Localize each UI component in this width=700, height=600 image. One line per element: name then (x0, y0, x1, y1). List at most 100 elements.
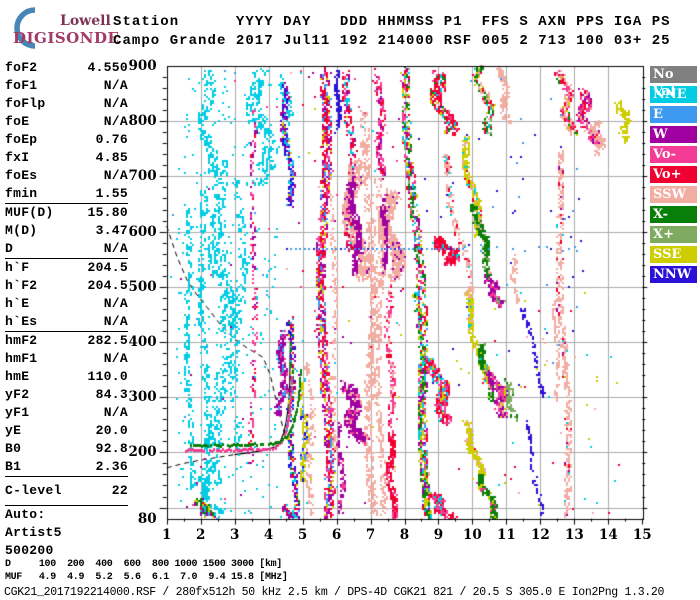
param-value: 204.5 (87, 278, 128, 293)
param-label: foE (5, 114, 30, 129)
param-group: C-level 22 (5, 476, 128, 505)
muf-row: MUF 4.9 4.9 5.2 5.6 6.1 7.0 9.4 15.8 [MH… (5, 572, 288, 583)
param-row: yF2 84.3 (5, 386, 128, 404)
param-label: h`E (5, 296, 30, 311)
x-axis-tick-label: 13 (564, 526, 584, 543)
param-label: h`F2 (5, 278, 38, 293)
param-row: foF1 N/A (5, 77, 128, 95)
legend-item: NNW (650, 266, 697, 283)
legend-item: SSW (650, 186, 697, 203)
logo-brand-top: Lowell (60, 13, 111, 29)
param-row: fmin 1.55 (5, 185, 128, 203)
param-label: D (5, 241, 14, 256)
param-value: 4.550 (87, 60, 128, 75)
param-label: B0 (5, 441, 22, 456)
x-axis-tick-label: 14 (598, 526, 618, 543)
y-axis-tick-label: 400 (128, 333, 157, 350)
param-row: M(D) 3.47 (5, 222, 128, 240)
param-label: foF2 (5, 60, 38, 75)
y-axis-tick-label: 800 (128, 113, 157, 130)
param-label: B1 (5, 459, 22, 474)
param-label: yF1 (5, 405, 30, 420)
legend-item: No Val (650, 66, 697, 99)
param-row: C-level 22 (5, 482, 128, 500)
param-label: foEp (5, 132, 38, 147)
param-value: 1.55 (95, 186, 128, 201)
param-row: foF2 4.550 (5, 59, 128, 77)
param-label: h`Es (5, 314, 38, 329)
param-row: Artist5 (5, 524, 128, 542)
y-axis-tick-label: 900 (128, 58, 157, 74)
param-label: fmin (5, 186, 38, 201)
param-row: hmF2 282.5 (5, 332, 128, 350)
param-row: B1 2.36 (5, 458, 128, 476)
param-row: 500200 (5, 542, 128, 560)
param-group: Auto: Artist5 500200 (5, 505, 128, 560)
param-label: hmE (5, 369, 30, 384)
x-axis-tick-label: 5 (297, 526, 308, 543)
x-axis-tick-label: 11 (497, 526, 516, 543)
legend-item: X- (650, 206, 697, 223)
legend-item: E (650, 106, 697, 123)
param-label: C-level (5, 483, 62, 498)
param-group: hmF2 282.5 hmF1 N/A hmE 110.0 yF2 84.3 yF1 N/A yE 2… (5, 331, 128, 476)
param-label: M(D) (5, 223, 38, 238)
param-value: 4.85 (95, 150, 128, 165)
param-row: foEp 0.76 (5, 131, 128, 149)
y-axis-tick-label: 80 (137, 510, 157, 527)
param-value: 0.76 (95, 132, 128, 147)
param-value: 20.0 (95, 423, 128, 438)
legend-item: NNE (650, 86, 697, 103)
param-row: MUF(D) 15.80 (5, 204, 128, 222)
param-label: 500200 (5, 543, 54, 558)
x-axis-tick-label: 7 (365, 526, 376, 543)
param-row: hmE 110.0 (5, 368, 128, 386)
y-axis-tick-label: 200 (128, 444, 157, 461)
distance-row: D 100 200 400 600 800 1000 1500 3000 [km… (5, 559, 282, 570)
file-info-footer: CGK21_2017192214000.RSF / 280fx512h 50 k… (4, 586, 665, 599)
param-row: B0 92.8 (5, 440, 128, 458)
x-axis-tick-label: 12 (530, 526, 550, 543)
param-value: 3.47 (95, 223, 128, 238)
param-value: 92.8 (95, 441, 128, 456)
param-row: fxI 4.85 (5, 149, 128, 167)
param-row: foFlp N/A (5, 95, 128, 113)
param-value: N/A (103, 78, 128, 93)
param-value: N/A (103, 296, 128, 311)
param-group: foF2 4.550 foF1 N/A foFlp N/A foE N/A foEp 0.76 fx… (5, 59, 128, 203)
x-axis-tick-label: 10 (463, 526, 482, 543)
y-axis-tick-label: 600 (128, 223, 157, 240)
legend-item: W (650, 126, 697, 143)
param-label: Artist5 (5, 525, 62, 540)
param-label: yF2 (5, 387, 30, 402)
param-label: foEs (5, 168, 38, 183)
param-value: N/A (103, 405, 128, 420)
y-axis-tick-label: 300 (128, 389, 157, 406)
param-row: h`F 204.5 (5, 259, 128, 277)
param-value: N/A (103, 314, 128, 329)
y-axis-tick-label: 500 (128, 278, 157, 295)
x-axis-tick-label: 3 (229, 526, 240, 543)
param-row: Auto: (5, 506, 128, 524)
x-axis-tick-label: 9 (433, 526, 444, 543)
param-value: 110.0 (87, 369, 128, 384)
param-value: 204.5 (87, 260, 128, 275)
param-row: foEs N/A (5, 167, 128, 185)
station-header-labels: Station YYYY DAY DDD HHMMSS P1 FFS S AXN… (113, 14, 671, 30)
param-label: hmF2 (5, 333, 38, 348)
lowell-digisonde-logo: Lowell DIGISONDE (4, 4, 119, 50)
param-value: 22 (111, 483, 128, 498)
logo-brand-bottom: DIGISONDE (13, 29, 120, 47)
param-row: h`E N/A (5, 295, 128, 313)
y-axis-tick-label: 700 (128, 168, 157, 185)
param-value: 15.80 (87, 205, 128, 220)
param-row: h`Es N/A (5, 313, 128, 331)
param-value: 84.3 (95, 387, 128, 402)
param-label: foF1 (5, 78, 38, 93)
x-axis-tick-label: 15 (632, 526, 652, 543)
param-label: fxI (5, 150, 30, 165)
param-group: MUF(D) 15.80 M(D) 3.47 D N/A (5, 203, 128, 258)
ionogram-screen: Lowell DIGISONDE Station YYYY DAY DDD HH… (0, 0, 700, 600)
param-row: yF1 N/A (5, 404, 128, 422)
x-axis-tick-label: 4 (263, 526, 274, 543)
